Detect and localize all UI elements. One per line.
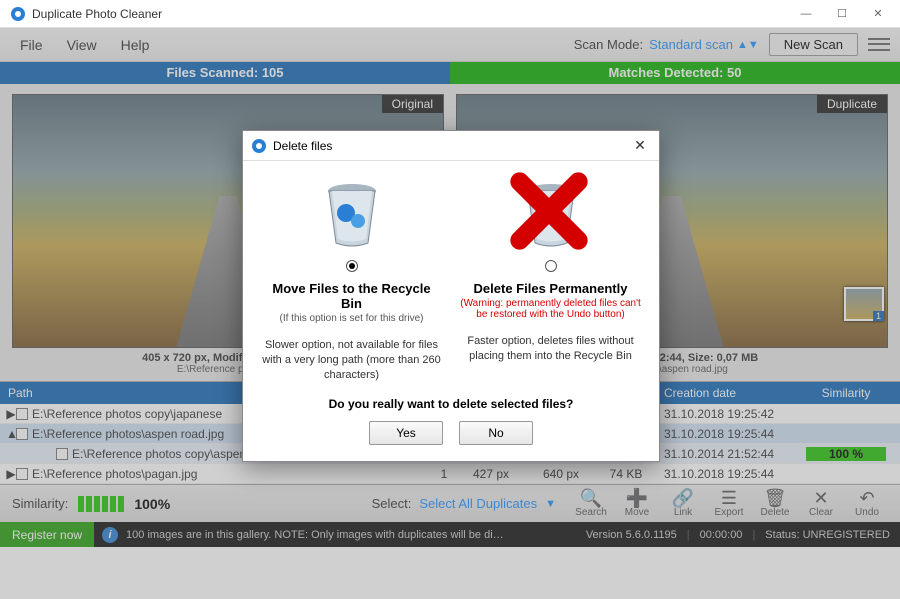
no-button[interactable]: No <box>459 421 533 445</box>
opt2-desc: Faster option, deletes files without pla… <box>460 334 641 364</box>
app-icon <box>10 6 26 22</box>
window-close[interactable]: ✕ <box>860 0 896 28</box>
radio-permanent[interactable] <box>545 260 557 272</box>
window-title: Duplicate Photo Cleaner <box>32 7 788 21</box>
window-minimize[interactable]: — <box>788 0 824 28</box>
window-maximize[interactable]: ☐ <box>824 0 860 28</box>
opt2-sub: (Warning: permanently deleted files can'… <box>460 298 641 320</box>
opt1-title: Move Files to the Recycle Bin <box>261 281 442 311</box>
recycle-bin-x-icon <box>511 173 591 253</box>
dialog-app-icon <box>251 138 267 154</box>
option-recycle-bin[interactable]: Move Files to the Recycle Bin (If this o… <box>261 173 442 383</box>
yes-button[interactable]: Yes <box>369 421 443 445</box>
opt1-desc: Slower option, not available for files w… <box>261 338 442 383</box>
radio-recycle[interactable] <box>346 260 358 272</box>
dialog-titlebar: Delete files ✕ <box>243 131 659 161</box>
confirm-text: Do you really want to delete selected fi… <box>261 397 641 411</box>
opt2-title: Delete Files Permanently <box>460 281 641 296</box>
dialog-close-button[interactable]: ✕ <box>629 137 651 154</box>
recycle-bin-icon <box>312 173 392 253</box>
option-permanent-delete[interactable]: Delete Files Permanently (Warning: perma… <box>460 173 641 383</box>
dialog-title: Delete files <box>273 139 629 153</box>
opt1-sub: (If this option is set for this drive) <box>261 313 442 324</box>
delete-dialog: Delete files ✕ Move Files to the Recycle… <box>242 130 660 462</box>
red-x-icon <box>509 171 589 251</box>
titlebar: Duplicate Photo Cleaner — ☐ ✕ <box>0 0 900 28</box>
